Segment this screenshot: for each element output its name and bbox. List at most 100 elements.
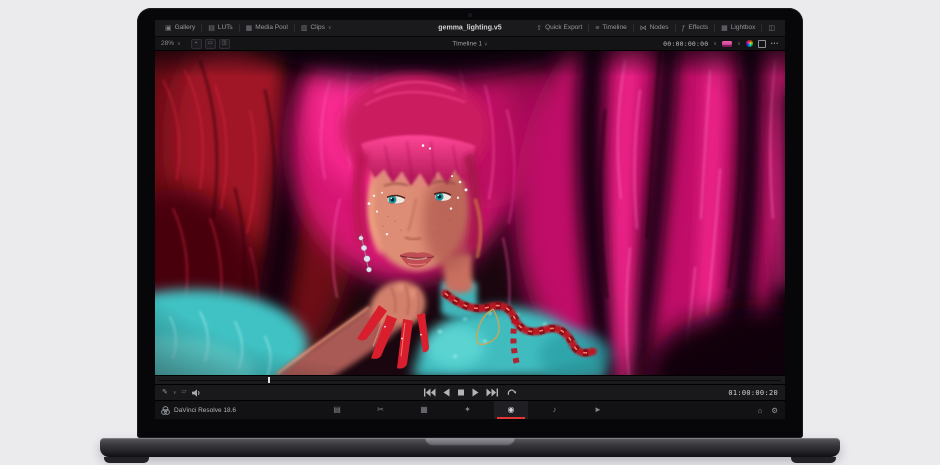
effects-button[interactable]: ƒ Effects — [676, 20, 715, 36]
page-fusion[interactable]: ✦ — [451, 401, 485, 419]
viewer-bar: 28% ∨ ▪ ▭ ◫ Timeline 1 ∨ 00:00:00:00 ∨ ∨ — [155, 37, 785, 51]
viewer-right-controls: 00:00:00:00 ∨ ∨ ••• — [663, 40, 779, 48]
media-pool-icon: ▦ — [246, 25, 253, 32]
timeline-scrubber[interactable] — [155, 375, 785, 384]
media-page-icon: ▤ — [333, 406, 341, 414]
desktop-background: ▣ Gallery ▤ LUTs ▦ Media Pool — [0, 0, 940, 465]
timeline-label: Timeline — [602, 25, 626, 32]
viewer-image — [155, 51, 785, 375]
active-page-underline — [497, 417, 525, 419]
quick-export-icon: ⇧ — [536, 25, 542, 32]
expand-icon[interactable] — [758, 40, 766, 48]
media-pool-label: Media Pool — [255, 25, 288, 32]
laptop-lid-scoop — [425, 438, 515, 446]
panel-icon: ◫ — [768, 25, 775, 32]
step-back-button[interactable] — [444, 389, 450, 397]
clips-icon: ▥ — [301, 25, 308, 32]
viewer-left-controls: 28% ∨ ▪ ▭ ◫ — [161, 39, 230, 49]
media-pool-button[interactable]: ▦ Media Pool — [240, 20, 294, 36]
loop-button[interactable] — [507, 388, 517, 397]
clips-button[interactable]: ▥ Clips ∨ — [295, 20, 338, 36]
viewer-toggle-3[interactable]: ◫ — [219, 39, 230, 49]
fairlight-page-icon: ♪ — [553, 406, 557, 414]
pagebar-right-icons: ⌂ ⚙ — [758, 401, 778, 419]
project-title: gemma_lighting.v5 — [438, 25, 501, 32]
timeline-button[interactable]: ≡ Timeline — [589, 20, 632, 36]
app-version-label: DaVinci Resolve 18.6 — [174, 407, 236, 414]
viewer-timecode[interactable]: 00:00:00:00 — [663, 40, 708, 48]
timeline-name: Timeline 1 — [452, 40, 482, 47]
laptop-base — [100, 438, 840, 457]
skip-to-start-button[interactable] — [424, 389, 436, 397]
transport-bar: ✎ ∨ ▱ — [155, 384, 785, 400]
wipe-mode-button[interactable]: ▱ — [182, 389, 187, 396]
page-color[interactable]: ◉ — [494, 401, 528, 419]
quick-export-label: Quick Export — [545, 25, 582, 32]
toolbar-left-group: ▣ Gallery ▤ LUTs ▦ Media Pool — [159, 20, 338, 36]
laptop-foot-left — [104, 457, 149, 463]
chevron-down-icon: ∨ — [328, 25, 332, 31]
home-icon[interactable]: ⌂ — [758, 406, 763, 415]
annotation-pen-button[interactable]: ✎ — [162, 389, 168, 396]
davinci-resolve-window: ▣ Gallery ▤ LUTs ▦ Media Pool — [155, 20, 785, 419]
laptop-screen-area: ▣ Gallery ▤ LUTs ▦ Media Pool — [137, 8, 803, 438]
zoom-level-select[interactable]: 28% — [161, 40, 174, 47]
nodes-button[interactable]: ⋈ Nodes — [634, 20, 675, 36]
skip-to-end-button[interactable] — [487, 389, 499, 397]
gear-icon[interactable]: ⚙ — [771, 406, 778, 415]
viewer-toggle-1[interactable]: ▪ — [191, 39, 202, 49]
gallery-button[interactable]: ▣ Gallery — [159, 20, 201, 36]
timeline-icon: ≡ — [595, 25, 599, 32]
app-brand: DaVinci Resolve 18.6 — [161, 401, 236, 419]
chevron-down-icon: ∨ — [484, 41, 488, 47]
chevron-down-icon: ∨ — [713, 41, 717, 47]
viewer-toggle-2[interactable]: ▭ — [205, 39, 216, 49]
quick-export-button[interactable]: ⇧ Quick Export — [530, 20, 588, 36]
cut-page-icon: ✂ — [377, 406, 384, 414]
nodes-label: Nodes — [650, 25, 669, 32]
chevron-down-icon: ∨ — [737, 41, 741, 47]
deliver-page-icon: ► — [594, 406, 602, 414]
more-options-button[interactable]: ••• — [771, 41, 779, 47]
fusion-page-icon: ✦ — [464, 406, 471, 414]
scopes-icon[interactable] — [722, 41, 732, 47]
page-fairlight[interactable]: ♪ — [538, 401, 572, 419]
luts-button[interactable]: ▤ LUTs — [202, 20, 238, 36]
nodes-icon: ⋈ — [640, 25, 647, 32]
viewer-canvas — [155, 51, 785, 375]
effects-icon: ƒ — [682, 25, 686, 32]
laptop-foot-right — [791, 457, 836, 463]
color-wheel-icon[interactable] — [746, 40, 753, 47]
page-switcher: ▤ ✂ ▦ ✦ ◉ ♪ ► — [320, 401, 615, 419]
timeline-selector[interactable]: Timeline 1 ∨ — [452, 40, 487, 47]
page-cut[interactable]: ✂ — [364, 401, 398, 419]
color-page-icon: ◉ — [508, 406, 515, 414]
luts-icon: ▤ — [208, 25, 215, 32]
page-deliver[interactable]: ► — [581, 401, 615, 419]
chevron-down-icon: ∨ — [173, 390, 177, 396]
luts-label: LUTs — [218, 25, 233, 32]
transport-controls — [424, 388, 517, 397]
page-bar: DaVinci Resolve 18.6 ▤ ✂ ▦ ✦ ◉ ♪ ► ⌂ — [155, 400, 785, 419]
play-button[interactable] — [473, 389, 479, 397]
gallery-label: Gallery — [175, 25, 196, 32]
toolbar-right-group: ⇧ Quick Export ≡ Timeline ⋈ Nodes — [530, 20, 781, 36]
stop-button[interactable] — [458, 389, 465, 397]
viewer-tools: ✎ ∨ ▱ — [162, 389, 201, 397]
top-toolbar: ▣ Gallery ▤ LUTs ▦ Media Pool — [155, 20, 785, 37]
lightbox-button[interactable]: ▦ Lightbox — [715, 20, 761, 36]
playhead[interactable] — [268, 377, 270, 383]
chevron-down-icon: ∨ — [177, 41, 181, 47]
page-edit[interactable]: ▦ — [407, 401, 441, 419]
davinci-resolve-logo — [161, 406, 170, 415]
lightbox-label: Lightbox — [731, 25, 756, 32]
lightbox-icon: ▦ — [721, 25, 728, 32]
audio-mute-button[interactable] — [192, 389, 201, 397]
page-media[interactable]: ▤ — [320, 401, 354, 419]
scrubber-track — [159, 380, 781, 382]
clips-label: Clips — [310, 25, 324, 32]
effects-label: Effects — [688, 25, 708, 32]
panel-toggle-button[interactable]: ◫ — [762, 20, 781, 36]
gallery-icon: ▣ — [165, 25, 172, 32]
edit-page-icon: ▦ — [420, 406, 428, 414]
